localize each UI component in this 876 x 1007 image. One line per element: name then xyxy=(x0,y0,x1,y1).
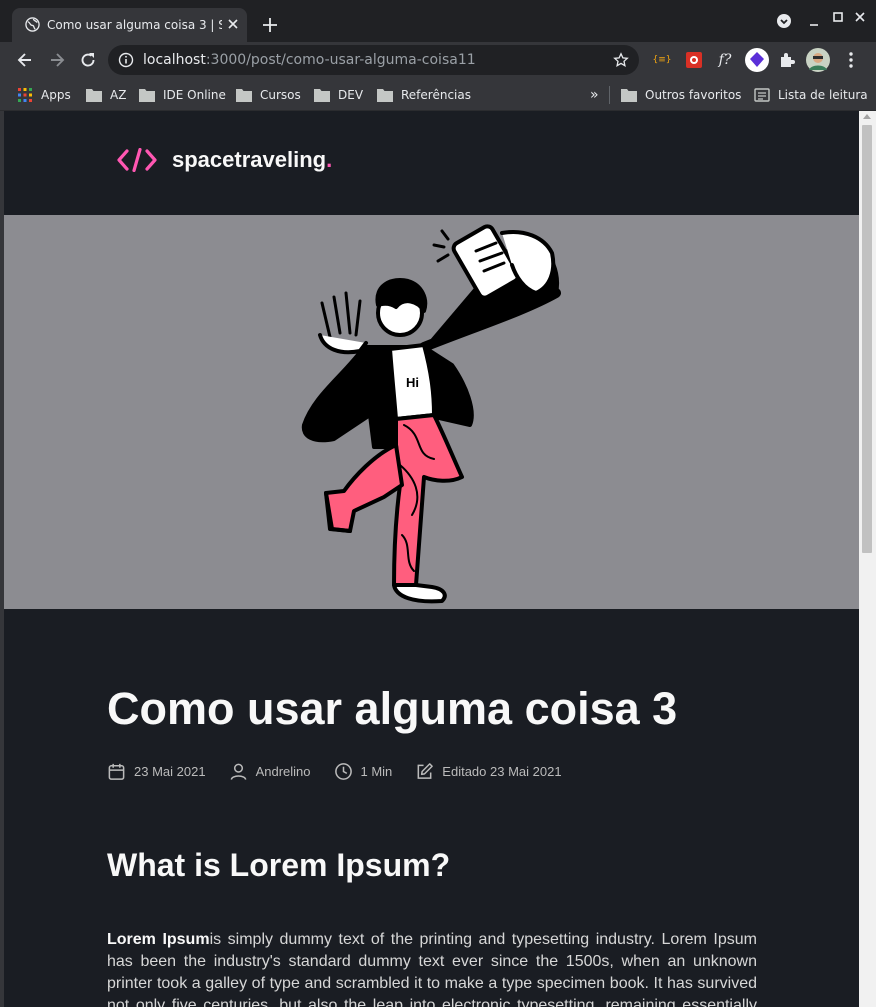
bookmarks-overflow-button[interactable]: » xyxy=(590,85,599,105)
bookmarks-bar: Apps AZ IDE Online Cursos DEV Referência… xyxy=(0,79,876,111)
formula-extension-icon[interactable]: f? xyxy=(715,50,735,70)
close-window-icon[interactable] xyxy=(852,9,868,25)
diamond-extension-icon xyxy=(745,48,769,72)
post-reading-time: 1 Min xyxy=(334,762,393,781)
bookmark-label: Apps xyxy=(41,88,71,102)
code-brackets-icon[interactable] xyxy=(117,148,157,172)
browser-toolbar: localhost:3000/post/como-usar-alguma-coi… xyxy=(0,42,876,79)
globe-icon xyxy=(25,17,40,32)
folder-icon xyxy=(236,89,252,102)
calendar-icon xyxy=(108,763,125,780)
post-author-text: Andrelino xyxy=(255,763,311,779)
bookmark-label: Cursos xyxy=(260,88,301,102)
post-title: Como usar alguma coisa 3 xyxy=(107,683,678,734)
folder-icon xyxy=(139,89,155,102)
url-text: localhost:3000/post/como-usar-alguma-coi… xyxy=(143,52,476,68)
close-tab-icon[interactable] xyxy=(226,17,240,31)
avatar-icon xyxy=(806,48,830,72)
banner-illustration: Hi xyxy=(301,224,561,604)
post-date: 23 Mai 2021 xyxy=(107,762,206,781)
reload-icon[interactable] xyxy=(78,50,98,70)
bookmarks-divider xyxy=(609,86,610,104)
tab-title: Como usar alguma coisa 3 | Sp xyxy=(47,18,222,32)
bookmark-apps[interactable]: Apps xyxy=(17,85,71,105)
menu-kebab-icon[interactable] xyxy=(841,50,861,70)
bookmark-label: IDE Online xyxy=(163,88,226,102)
tab-strip: Como usar alguma coisa 3 | Sp xyxy=(0,0,876,42)
folder-icon xyxy=(314,89,330,102)
bookmark-folder-az[interactable]: AZ xyxy=(86,85,126,105)
reading-list-button[interactable]: Lista de leitura xyxy=(754,85,868,105)
overflow-chevron-icon: » xyxy=(590,87,599,103)
maximize-icon[interactable] xyxy=(830,9,846,25)
page-scrollbar[interactable] xyxy=(859,111,876,1007)
logo-wordmark: spacetraveling xyxy=(172,147,327,172)
site-logo[interactable]: spacetraveling. xyxy=(172,146,332,174)
tab-search-icon[interactable] xyxy=(776,13,792,29)
bookmark-star-icon[interactable] xyxy=(613,52,629,68)
scrollbar-thumb[interactable] xyxy=(862,125,872,553)
bookmark-folder-outros-favoritos[interactable]: Outros favoritos xyxy=(621,85,741,105)
profile-avatar[interactable] xyxy=(806,48,830,72)
user-icon xyxy=(230,763,246,780)
wallet-extension-icon[interactable] xyxy=(745,48,769,72)
json-extension-label: {≡} xyxy=(652,55,672,65)
post-meta: 23 Mai 2021 Andrelino 1 Min Editado 23 M… xyxy=(107,759,585,783)
browser-tab[interactable]: Como usar alguma coisa 3 | Sp xyxy=(12,8,247,42)
folder-icon xyxy=(621,89,637,102)
scroll-up-arrow-icon[interactable] xyxy=(863,114,871,119)
json-viewer-extension-icon[interactable]: {≡} xyxy=(652,50,672,70)
bookmark-label: Outros favoritos xyxy=(645,88,742,102)
puzzle-extension-icon[interactable] xyxy=(684,50,704,70)
url-path: :3000/post/como-usar-alguma-coisa11 xyxy=(205,52,476,68)
address-bar[interactable]: localhost:3000/post/como-usar-alguma-coi… xyxy=(108,45,639,75)
bookmark-folder-dev[interactable]: DEV xyxy=(314,85,363,105)
edit-icon xyxy=(417,762,434,779)
back-icon[interactable] xyxy=(15,50,35,70)
post-date-text: 23 Mai 2021 xyxy=(134,763,206,779)
bookmark-label: DEV xyxy=(338,88,364,102)
minimize-icon[interactable] xyxy=(806,13,822,29)
url-host: localhost xyxy=(143,52,206,68)
bookmark-label: Referências xyxy=(401,88,471,102)
folder-icon xyxy=(377,89,393,102)
folder-icon xyxy=(86,89,102,102)
post-author: Andrelino xyxy=(229,762,311,781)
logo-dot: . xyxy=(326,147,333,172)
post-reading-time-text: 1 Min xyxy=(360,763,393,779)
bookmark-label: AZ xyxy=(110,88,127,102)
red-extension-icon xyxy=(686,52,702,68)
apps-grid-icon xyxy=(18,88,32,102)
bookmark-folder-referencias[interactable]: Referências xyxy=(377,85,471,105)
site-info-icon[interactable] xyxy=(118,52,134,68)
clock-icon xyxy=(334,762,352,780)
post-banner: Hi xyxy=(4,215,859,609)
puzzle-piece-icon xyxy=(781,53,795,67)
post-edited: Editado 23 Mai 2021 xyxy=(415,762,562,781)
content-heading: What is Lorem Ipsum? xyxy=(107,847,451,883)
bookmark-folder-cursos[interactable]: Cursos xyxy=(236,85,301,105)
bookmark-label: Lista de leitura xyxy=(778,88,868,102)
reading-list-icon xyxy=(754,88,770,102)
browser-window: Como usar alguma coisa 3 | Sp localhost:… xyxy=(0,0,876,1007)
content-bold-lead: Lorem Ipsum xyxy=(107,931,210,948)
new-tab-icon[interactable] xyxy=(259,14,281,36)
page-viewport: spacetraveling. Hi Como usar alguma cois… xyxy=(4,111,859,1007)
banner-hi-text: Hi xyxy=(406,375,419,390)
formula-extension-label: f? xyxy=(718,52,732,68)
bookmark-folder-ide-online[interactable]: IDE Online xyxy=(139,85,226,105)
site-header: spacetraveling. xyxy=(4,111,859,215)
post-edited-text: Editado 23 Mai 2021 xyxy=(442,763,562,779)
extensions-icon[interactable] xyxy=(777,50,797,70)
forward-icon[interactable] xyxy=(47,50,67,70)
content-paragraph: Lorem Ipsumis simply dummy text of the p… xyxy=(107,929,757,1007)
